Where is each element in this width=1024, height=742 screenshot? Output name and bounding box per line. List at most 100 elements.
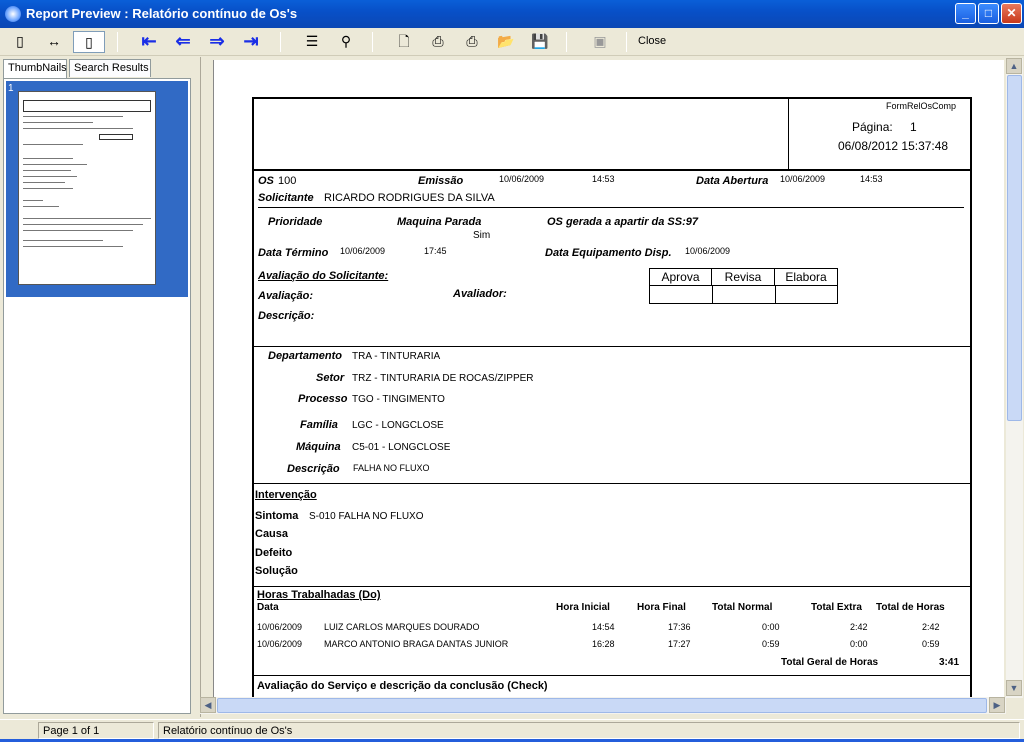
section-divider [254, 346, 970, 347]
causa-label: Causa [255, 528, 289, 540]
body-right-border [970, 171, 972, 697]
scroll-down-button[interactable]: ▼ [1006, 680, 1022, 696]
row-normal: 0:00 [762, 622, 780, 632]
row-extra: 0:00 [850, 639, 868, 649]
section-divider [254, 586, 970, 587]
whole-page-icon[interactable]: ▯ [73, 31, 105, 53]
tab-search-results[interactable]: Search Results [69, 59, 151, 77]
approval-box: Aprova Revisa Elabora [649, 268, 838, 304]
approval-aprova: Aprova [650, 269, 712, 286]
sintoma-value: S-010 FALHA NO FLUXO [309, 511, 424, 522]
open-icon[interactable]: 📂 [494, 31, 518, 53]
row-name: MARCO ANTONIO BRAGA DANTAS JUNIOR [324, 639, 509, 649]
toolbar-separator [566, 32, 567, 52]
equip-disp-value: 10/06/2009 [685, 246, 731, 256]
row-extra: 2:42 [850, 622, 868, 632]
scroll-left-button[interactable]: ◀ [200, 697, 216, 713]
status-bar: Page 1 of 1 Relatório contínuo de Os's [0, 719, 1024, 739]
vertical-scrollbar[interactable]: ▲ ▼ [1006, 58, 1023, 698]
last-page-icon[interactable]: ⇥ [239, 31, 263, 53]
row-start: 14:54 [592, 622, 615, 632]
single-page-icon[interactable]: ▯ [8, 31, 32, 53]
approval-revisa: Revisa [712, 269, 775, 286]
export-icon[interactable]: ▣ [588, 31, 612, 53]
close-button[interactable]: Close [638, 35, 666, 47]
termino-date: 10/06/2009 [340, 246, 386, 256]
horizontal-scroll-thumb[interactable] [217, 698, 987, 713]
solucao-label: Solução [255, 565, 298, 577]
close-window-button[interactable]: ✕ [1001, 3, 1022, 24]
processo-value: TGO - TINGIMENTO [352, 394, 445, 405]
thumbnail-page-1[interactable]: 1 [6, 81, 188, 297]
termino-label: Data Término [258, 247, 329, 259]
os-divider [258, 207, 964, 208]
departamento-value: TRA - TINTURARIA [352, 351, 441, 362]
maquina-parada-label: Maquina Parada [397, 216, 482, 228]
approval-divider [775, 286, 776, 304]
familia-value: LGC - LONGCLOSE [352, 420, 444, 431]
first-page-icon[interactable]: ⇤ [137, 31, 161, 53]
print-setup-icon[interactable]: ⎙ [426, 31, 450, 53]
maquina-value: C5-01 - LONGCLOSE [352, 442, 451, 453]
row-start: 16:28 [592, 639, 615, 649]
toolbar-separator [280, 32, 281, 52]
emissao-label: Emissão [418, 175, 464, 187]
total-geral-label: Total Geral de Horas [781, 657, 879, 668]
horas-label: Horas Trabalhadas (Do) [257, 589, 381, 601]
page-value: 1 [910, 120, 917, 134]
approval-elabora: Elabora [775, 269, 837, 286]
vertical-scroll-thumb[interactable] [1007, 75, 1022, 421]
page-width-icon[interactable]: ↔ [42, 31, 66, 53]
section-divider [254, 675, 970, 676]
abertura-date: 10/06/2009 [780, 174, 826, 184]
new-page-icon[interactable]: 🗋 [392, 31, 416, 53]
approval-divider [712, 286, 713, 304]
intervencao-label: Intervenção [255, 489, 317, 501]
descricao1-label: Descrição: [258, 310, 315, 322]
prev-page-icon[interactable]: ⇐ [171, 31, 195, 53]
toolbar: ▯ ↔ ▯ ⇤ ⇐ ⇒ ⇥ ☰ ⚲ 🗋 ⎙ ⎙ 📂 💾 ▣ Close [0, 28, 1024, 56]
familia-label: Família [300, 419, 338, 431]
row-normal: 0:59 [762, 639, 780, 649]
hours-header-inicial: Hora Inicial [556, 602, 610, 613]
find-icon[interactable]: ⚲ [334, 31, 358, 53]
hours-header-final: Hora Final [637, 602, 686, 613]
termino-time: 17:45 [424, 246, 447, 256]
avaliacao-solicitante-label: Avaliação do Solicitante: [258, 270, 389, 282]
toolbar-separator [372, 32, 373, 52]
print-icon[interactable]: ⎙ [460, 31, 484, 53]
tab-thumbnails[interactable]: ThumbNails [3, 59, 67, 78]
scroll-right-button[interactable]: ▶ [989, 697, 1005, 713]
maquina-parada-value: Sim [473, 230, 491, 241]
abertura-label: Data Abertura [696, 175, 769, 187]
save-icon[interactable]: 💾 [528, 31, 552, 53]
abertura-time: 14:53 [860, 174, 883, 184]
report-header-box [252, 97, 972, 171]
horizontal-scrollbar[interactable]: ◀ ▶ [200, 697, 1006, 714]
next-page-icon[interactable]: ⇒ [205, 31, 229, 53]
scroll-up-button[interactable]: ▲ [1006, 58, 1022, 74]
os-value: 100 [278, 175, 297, 187]
hours-header-extra: Total Extra [811, 602, 862, 613]
thumbnail-page-number: 1 [8, 83, 14, 94]
app-icon [5, 6, 21, 22]
toolbar-separator [117, 32, 118, 52]
os-gerada-label: OS gerada a apartir da SS:97 [547, 216, 699, 228]
maximize-button[interactable]: □ [978, 3, 999, 24]
go-to-page-icon[interactable]: ☰ [300, 31, 324, 53]
thumbnail-pane: ThumbNails Search Results 1 [0, 57, 196, 717]
hours-header-normal: Total Normal [712, 602, 773, 613]
setor-value: TRZ - TINTURARIA DE ROCAS/ZIPPER [352, 373, 534, 384]
row-name: LUIZ CARLOS MARQUES DOURADO [324, 622, 480, 632]
row-end: 17:27 [668, 639, 691, 649]
descricao2-value: FALHA NO FLUXO [353, 463, 430, 473]
emissao-time: 14:53 [592, 174, 615, 184]
body-left-border [252, 171, 254, 697]
hours-header-total: Total de Horas [876, 602, 945, 613]
row-total: 0:59 [922, 639, 940, 649]
report-page: FormRelOsComp Página: 1 06/08/2012 15:37… [213, 60, 1004, 697]
setor-label: Setor [316, 372, 345, 384]
solicitante-label: Solicitante [258, 192, 314, 204]
minimize-button[interactable]: _ [955, 3, 976, 24]
maquina-label: Máquina [296, 441, 341, 453]
